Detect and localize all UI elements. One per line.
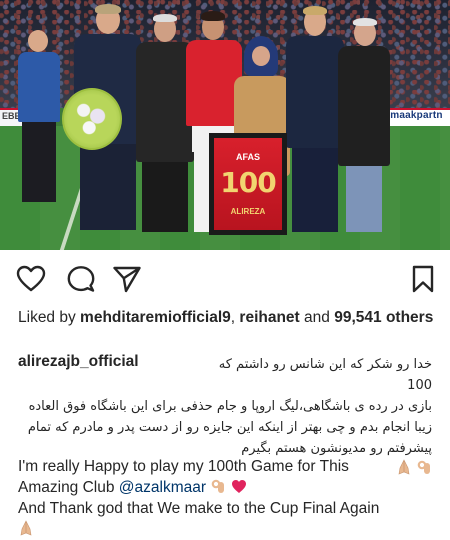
jersey-number: 100 [220,166,276,199]
liker-link-2[interactable]: reihanet [239,309,299,326]
comment-bubble-icon[interactable] [66,264,96,294]
heart-outline-icon[interactable] [16,264,46,294]
jersey-name: ALIREZA [230,207,266,216]
caption-persian-rest: بازی در رده ی باشگاهی،لیگ اروپا و جام حذ… [27,399,432,456]
caption-english-line4 [18,519,438,540]
bookmark-outline-icon[interactable] [408,264,438,294]
paper-plane-icon[interactable] [112,264,142,294]
mention-link[interactable]: @azalkmaar [119,479,206,496]
jersey-sponsor: AFAS [235,152,260,162]
caption-english-line2: Amazing Club @azalkmaar [18,477,438,498]
post-photo[interactable]: EBE nmaakpartn AFAS 100 ALIREZA [0,0,450,250]
caption-english-line2-pre: Amazing Club [18,479,119,496]
likes-mid: and [299,309,335,326]
ok-hand-emoji-icon [212,479,225,493]
red-heart-emoji-icon [231,480,246,493]
caption-persian-line1: خدا رو شکر که این شانس رو داشتم که 100 [218,357,432,393]
caption-english-line3: And Thank god that We make to the Cup Fi… [18,500,380,517]
liker-link-1[interactable]: mehditaremiofficial9 [80,309,231,326]
flower-bouquet [62,88,122,150]
ad-text-right: nmaakpartn [384,110,443,121]
post-action-bar [0,260,450,300]
likes-prefix: Liked by [18,309,81,326]
caption-english-line1: I'm really Happy to play my 100th Game f… [18,458,349,475]
praying-hands-emoji-icon [20,520,32,536]
likes-summary: Liked by mehditaremiofficial9, reihanet … [18,308,438,328]
jersey: AFAS 100 ALIREZA [214,138,282,230]
person-older-man [336,18,392,236]
framed-jersey: AFAS 100 ALIREZA [209,133,287,235]
person-steward [14,30,64,210]
likes-count[interactable]: 99,541 [334,309,381,326]
likes-suffix[interactable]: others [382,309,433,326]
